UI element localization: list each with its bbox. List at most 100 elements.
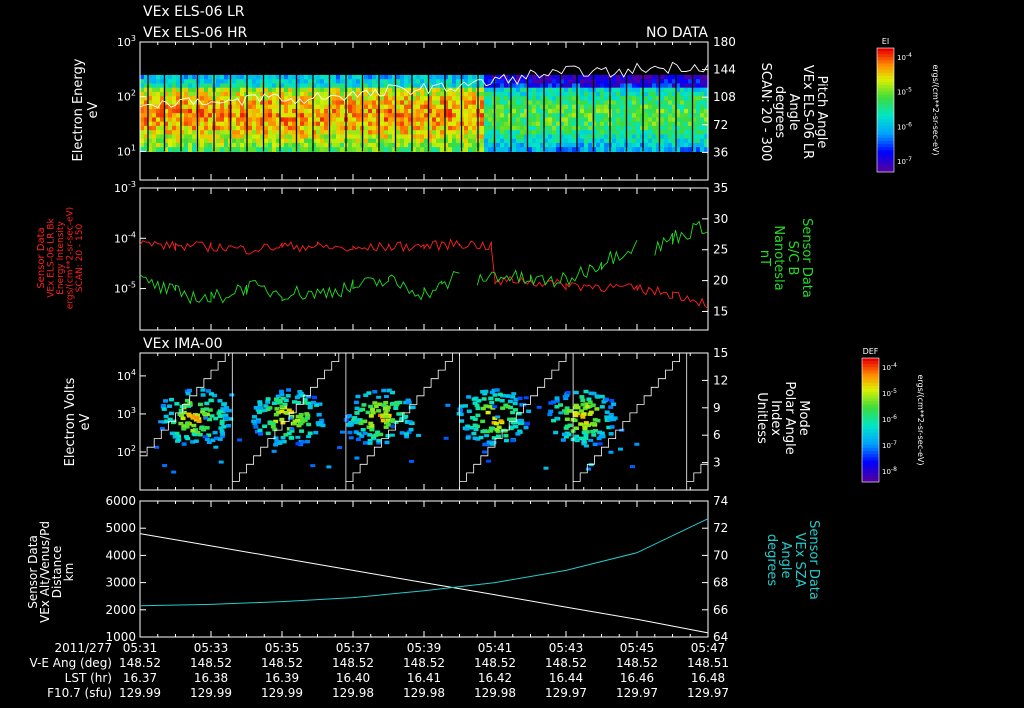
spectrogram-cell <box>520 100 525 106</box>
spectrogram-cell <box>568 134 573 140</box>
spectrogram-cell <box>416 74 421 80</box>
spectrogram-cell <box>612 142 617 148</box>
colorbar-cell <box>877 110 894 114</box>
spectrogram-cell <box>648 147 653 152</box>
spectrogram-cell <box>416 125 421 131</box>
spectrogram-cell <box>462 404 468 408</box>
spectrogram-cell <box>404 117 409 123</box>
spectrogram-cell <box>588 142 593 148</box>
spectrogram-cell <box>572 96 577 102</box>
spectrogram-cell <box>500 87 505 93</box>
spectrogram-cell <box>500 91 505 97</box>
spectrogram-cell <box>208 83 213 89</box>
spectrogram-cell <box>364 108 369 114</box>
spectrogram-cell <box>580 96 585 102</box>
spectrogram-cell <box>224 142 229 148</box>
spectrogram-cell <box>580 108 585 114</box>
spectrogram-cell <box>336 74 341 80</box>
spectrogram-cell <box>336 108 341 114</box>
spectrogram-cell <box>208 117 213 123</box>
spectrogram-cell <box>400 100 405 106</box>
spectrogram-cell <box>360 407 366 412</box>
spectrogram-cell <box>660 130 665 136</box>
spectrogram-cell <box>332 117 337 123</box>
spectrogram-cell <box>648 74 653 80</box>
spectrogram-cell <box>432 117 437 123</box>
colorbar-cell <box>862 382 879 387</box>
spectrogram-cell <box>561 432 567 437</box>
spectrogram-cell <box>328 113 333 119</box>
spectrogram-cell <box>169 397 175 402</box>
spectrogram-cell <box>404 432 410 436</box>
spectrogram-cell <box>668 96 673 102</box>
spectrogram-cell <box>516 142 521 148</box>
spectrogram-cell <box>684 134 689 140</box>
spectrogram-cell <box>376 142 381 148</box>
spectrogram-cell <box>320 91 325 97</box>
spectrogram-cell <box>412 79 417 85</box>
spectrogram-cell <box>372 74 377 80</box>
spectrogram-cell <box>216 142 221 148</box>
ephemeris-value: 129.99 <box>190 686 232 700</box>
spectrogram-cell <box>412 96 417 102</box>
colorbar-cell <box>877 75 894 80</box>
spectrogram-cell <box>620 79 625 85</box>
colorbar-cell <box>877 72 894 77</box>
spectrogram-cell <box>416 117 421 123</box>
spectrogram-cell <box>460 96 465 102</box>
spectrogram-cell <box>420 130 425 136</box>
spectrogram-cell <box>660 125 665 131</box>
spectrogram-cell <box>664 83 669 89</box>
spectrogram-cell <box>696 91 701 97</box>
spectrogram-cell <box>488 138 493 144</box>
spectrogram-cell <box>328 104 333 110</box>
spectrogram-cell <box>352 79 357 85</box>
spectrogram-cell <box>300 79 305 85</box>
spectrogram-cell <box>660 104 665 110</box>
spectrogram-cell <box>480 96 485 102</box>
spectrogram-cell <box>432 125 437 131</box>
spectrogram-cell <box>140 130 145 136</box>
spectrogram-cell <box>584 96 589 102</box>
spectrogram-cell <box>280 74 285 80</box>
spectrogram-cell <box>240 83 245 89</box>
spectrogram-cell <box>252 142 257 148</box>
colorbar-cell <box>877 162 894 167</box>
spectrogram-cell <box>152 74 157 80</box>
spectrogram-cell <box>448 104 453 110</box>
spectrogram-cell <box>452 83 457 89</box>
spectrogram-cell <box>484 117 489 123</box>
spectrogram-cell <box>316 125 321 131</box>
colorbar-tick-label: 10-5 <box>882 388 897 398</box>
spectrogram-cell <box>460 113 465 119</box>
spectrogram-cell <box>400 130 405 136</box>
spectrogram-cell <box>196 87 201 93</box>
spectrogram-cell <box>376 395 382 399</box>
spectrogram-cell <box>573 403 579 408</box>
spectrogram-cell <box>620 147 625 152</box>
spectrogram-cell <box>284 117 289 123</box>
spectrogram-cell <box>504 142 509 148</box>
ephemeris-value: 129.97 <box>545 686 587 700</box>
spectrogram-cell <box>324 83 329 89</box>
spectrogram-cell <box>488 121 493 127</box>
spectrogram-cell <box>468 96 473 102</box>
spectrogram-cell <box>248 121 253 127</box>
spectrogram-cell <box>420 142 425 148</box>
colorbar-cell <box>862 370 879 374</box>
spectrogram-cell <box>568 113 573 119</box>
spectrogram-cell <box>380 83 385 89</box>
spectrogram-cell <box>536 125 541 131</box>
spectrogram-cell <box>208 74 213 80</box>
spectrogram-cell <box>664 125 669 131</box>
spectrogram-cell <box>440 125 445 131</box>
spectrogram-cell <box>488 87 493 93</box>
y-axis-title: km <box>62 563 76 582</box>
spectrogram-cell <box>376 409 382 413</box>
spectrogram-cell <box>580 147 585 152</box>
spectrogram-cell <box>470 415 476 420</box>
spectrogram-cell <box>308 142 313 148</box>
spectrogram-cell <box>596 87 601 93</box>
date-label: 2011/277 <box>55 641 113 655</box>
spectrogram-cell <box>580 142 585 148</box>
